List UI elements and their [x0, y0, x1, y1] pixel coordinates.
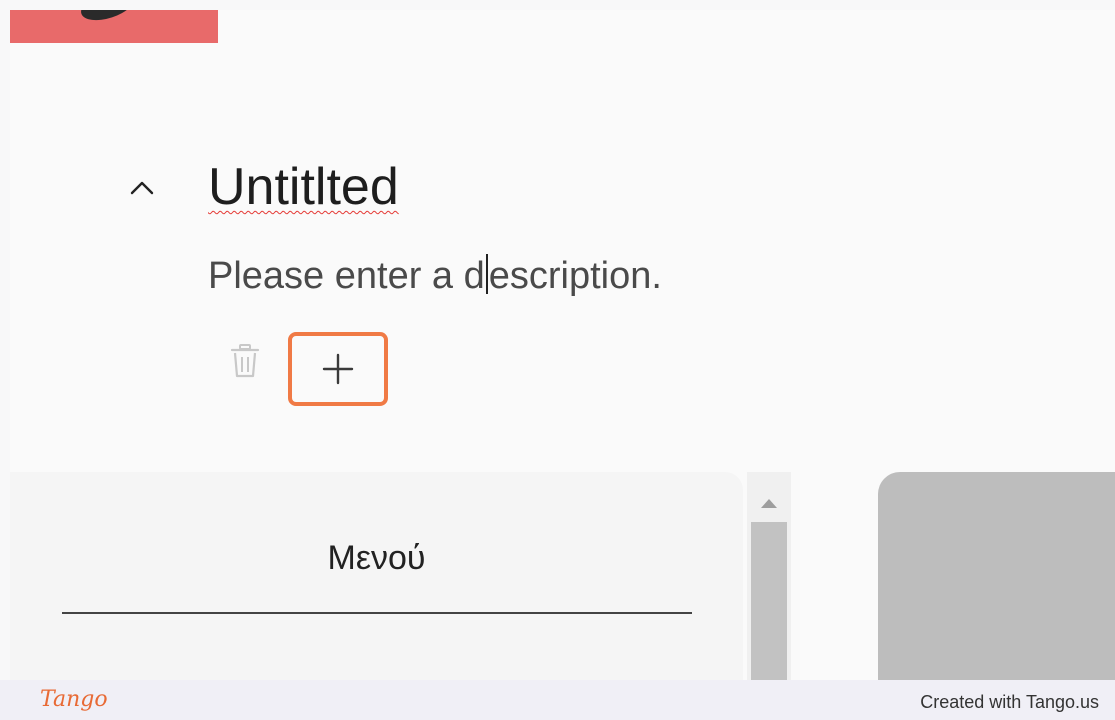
menu-divider: [62, 612, 692, 614]
footer-credit: Created with Tango.us: [920, 692, 1099, 712]
description-text-start: Please enter a d: [208, 255, 485, 297]
trash-icon: [230, 344, 260, 378]
scroll-up-button[interactable]: [747, 492, 791, 512]
add-button[interactable]: [288, 332, 388, 406]
description-text-end: escription.: [488, 255, 662, 297]
chevron-up-icon: [130, 181, 154, 195]
menu-scrollbar[interactable]: [747, 472, 791, 680]
section-title[interactable]: Untitlted: [208, 152, 399, 222]
banner-image-detail: [77, 10, 139, 27]
text-cursor: [485, 254, 488, 294]
tango-logo: Tango: [40, 687, 108, 712]
plus-icon: [322, 353, 354, 385]
menu-heading: Μενού: [327, 539, 426, 577]
scrollbar-thumb[interactable]: [751, 522, 787, 680]
header-banner-image: [10, 10, 218, 43]
footer-bar: Tango Created with Tango.us: [0, 680, 1115, 720]
collapse-section-button[interactable]: [128, 175, 156, 199]
content-card: [878, 472, 1115, 680]
triangle-up-icon: [761, 499, 777, 508]
delete-button[interactable]: [230, 343, 260, 379]
menu-panel: Μενού: [10, 472, 743, 680]
app-frame: Untitlted Please enter a d escription. Με…: [10, 10, 1115, 680]
section-description-field[interactable]: Please enter a d escription.: [208, 248, 662, 304]
